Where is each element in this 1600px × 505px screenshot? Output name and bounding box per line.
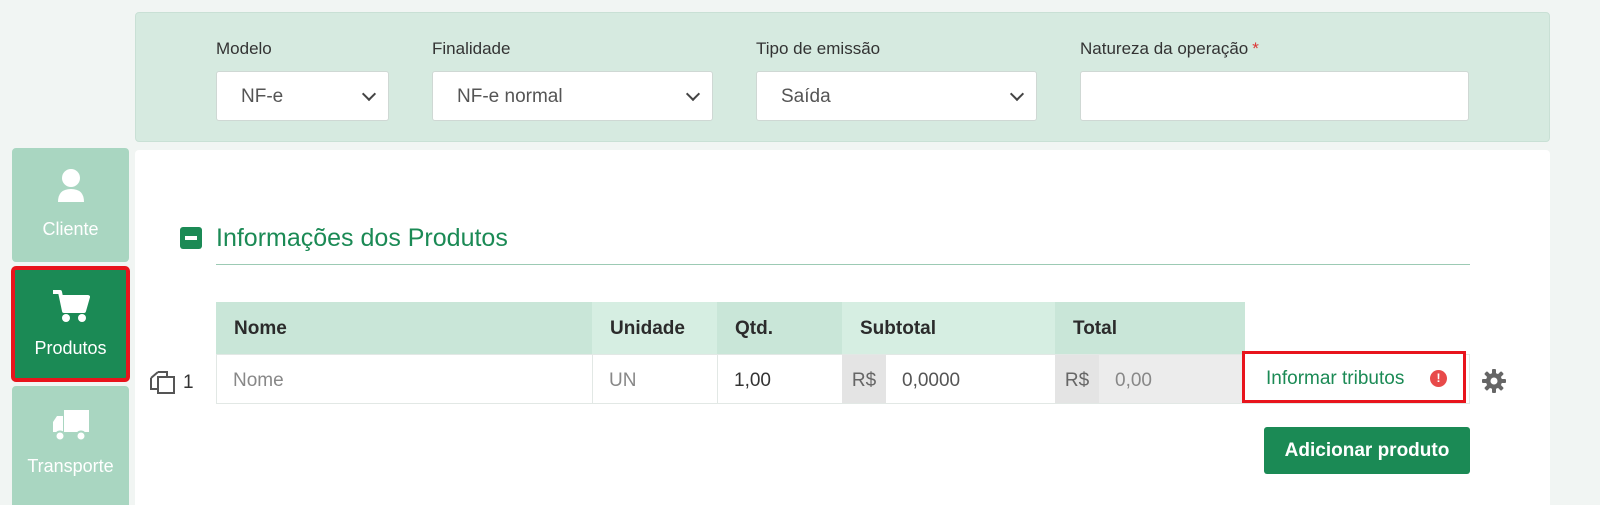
- gear-icon[interactable]: [1482, 369, 1506, 393]
- sidebar-item-label: Cliente: [42, 219, 99, 239]
- subtotal-value: 0,0000: [902, 370, 961, 391]
- truck-icon: [53, 410, 89, 442]
- qtd-input[interactable]: 1,00: [717, 354, 842, 404]
- nome-placeholder: Nome: [233, 370, 284, 391]
- alert-icon: !: [1430, 370, 1447, 387]
- cart-icon: [53, 290, 90, 322]
- natureza-operacao-input[interactable]: [1080, 71, 1469, 121]
- natureza-operacao-label: Natureza da operação *: [1080, 39, 1469, 61]
- sidebar-item-label: Transporte: [27, 456, 114, 476]
- total-currency-addon: R$: [1055, 354, 1099, 404]
- add-product-button[interactable]: Adicionar produto: [1264, 427, 1470, 474]
- col-header-nome: Nome: [216, 302, 592, 354]
- col-header-qtd: Qtd.: [717, 302, 842, 354]
- user-icon: [58, 169, 84, 202]
- sidebar-item-cliente[interactable]: Cliente: [12, 148, 129, 262]
- modelo-select[interactable]: NF-e: [216, 71, 389, 121]
- unidade-value: UN: [609, 370, 637, 391]
- required-mark: *: [1252, 39, 1259, 58]
- informar-tributos-label: Informar tributos: [1266, 368, 1405, 389]
- total-value: 0,00: [1115, 370, 1152, 391]
- finalidade-field: Finalidade NF-e normal: [432, 39, 713, 121]
- sidebar-item-label: Produtos: [34, 338, 107, 358]
- total-input: 0,00: [1099, 354, 1245, 404]
- emission-settings-panel: Modelo NF-e Finalidade NF-e normal Tipo …: [135, 12, 1550, 142]
- col-header-unidade: Unidade: [592, 302, 717, 354]
- natureza-operacao-field: Natureza da operação *: [1080, 39, 1469, 121]
- modelo-value: NF-e: [241, 86, 284, 107]
- modelo-label: Modelo: [216, 39, 272, 58]
- subtotal-currency-addon: R$: [842, 354, 886, 404]
- tipo-emissao-select[interactable]: Saída: [756, 71, 1037, 121]
- finalidade-value: NF-e normal: [457, 86, 563, 107]
- tipo-emissao-label: Tipo de emissão: [756, 39, 881, 58]
- chevron-down-icon: [685, 86, 701, 102]
- modelo-field: Modelo NF-e: [216, 39, 389, 121]
- row-number: 1: [183, 372, 194, 393]
- sidebar-item-produtos[interactable]: Produtos: [11, 266, 130, 382]
- finalidade-select[interactable]: NF-e normal: [432, 71, 713, 121]
- unidade-input[interactable]: UN: [592, 354, 717, 404]
- collapse-icon[interactable]: [180, 227, 202, 249]
- natureza-operacao-label-text: Natureza da operação: [1080, 39, 1249, 58]
- copy-icon[interactable]: [149, 369, 179, 395]
- col-header-subtotal: Subtotal: [842, 302, 1055, 354]
- finalidade-label: Finalidade: [432, 39, 511, 58]
- section-title: Informações dos Produtos: [216, 224, 508, 252]
- sidebar-item-transporte[interactable]: Transporte: [12, 386, 129, 505]
- informar-tributos-link[interactable]: Informar tributos !: [1242, 351, 1466, 403]
- section-divider: [216, 264, 1470, 265]
- tipo-emissao-field: Tipo de emissão Saída: [756, 39, 1037, 121]
- qtd-value: 1,00: [734, 370, 771, 391]
- col-header-total: Total: [1055, 302, 1245, 354]
- chevron-down-icon: [1009, 86, 1025, 102]
- chevron-down-icon: [361, 86, 377, 102]
- nome-input[interactable]: Nome: [216, 354, 592, 404]
- tipo-emissao-value: Saída: [781, 86, 831, 107]
- subtotal-input[interactable]: 0,0000: [886, 354, 1055, 404]
